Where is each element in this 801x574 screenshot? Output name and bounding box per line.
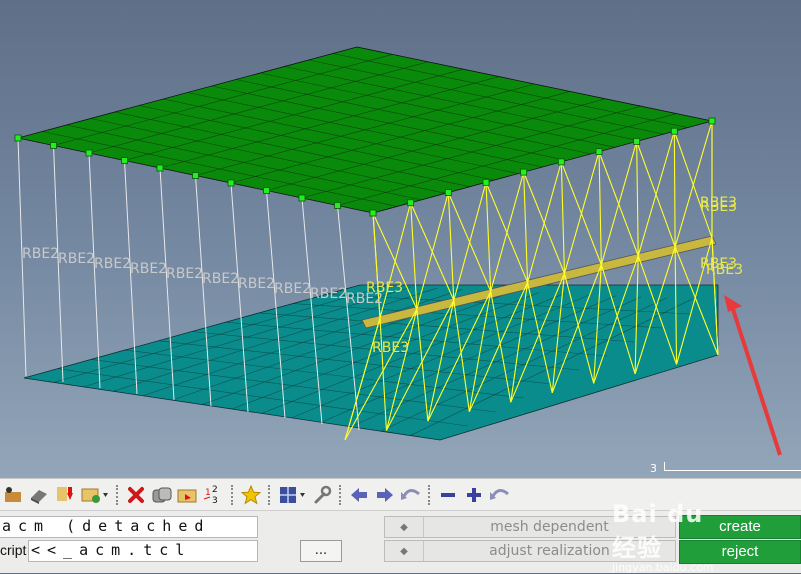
node	[121, 157, 128, 164]
watermark-url: jingyan.baidu.com	[612, 561, 714, 574]
separator	[268, 484, 271, 505]
redo-icon[interactable]	[489, 484, 511, 506]
browse-button[interactable]: ...	[300, 540, 342, 562]
rbe3-label: RBE3	[700, 256, 737, 272]
rbe3-element	[598, 151, 602, 265]
rbe2-label: RBE2	[22, 246, 59, 262]
node	[192, 172, 199, 179]
rbe2-label: RBE2	[58, 251, 95, 267]
back-arrow-icon[interactable]	[348, 484, 370, 506]
node	[407, 199, 415, 207]
node	[670, 127, 678, 135]
separator	[116, 484, 119, 505]
rbe2-label: RBE2	[310, 286, 347, 302]
svg-text:1: 1	[205, 488, 211, 498]
svg-text:2: 2	[212, 485, 218, 495]
bottom-plate	[23, 284, 719, 441]
separator	[339, 484, 342, 505]
node	[14, 134, 22, 142]
rbe2-label: RBE2	[166, 266, 203, 282]
star-icon[interactable]	[240, 484, 262, 506]
rbe3-element	[527, 161, 562, 283]
node	[298, 194, 306, 202]
rbe3-element	[598, 151, 639, 256]
node	[444, 189, 452, 196]
separator	[428, 484, 431, 505]
rbe2-label: RBE2	[274, 281, 311, 297]
rbe3-element	[563, 151, 600, 274]
rbe3-element	[636, 141, 676, 248]
scale-bar	[664, 462, 801, 471]
rbe3-element	[674, 120, 713, 248]
node	[595, 148, 603, 156]
node	[334, 202, 341, 209]
rbe3-label: RBE3	[372, 340, 409, 356]
rbe2-label: RBE2	[94, 256, 131, 272]
red-down-arrow-icon[interactable]	[54, 484, 76, 506]
rbe3-element	[673, 131, 676, 247]
scale-value: 3	[650, 462, 657, 475]
node	[369, 209, 377, 217]
toggle-arrows-icon: ◆	[385, 517, 424, 537]
node	[557, 158, 565, 166]
watermark-brand: Bai du 经验	[612, 500, 704, 562]
rbe3-element	[600, 141, 638, 265]
rbe3-label: RBE3	[366, 280, 403, 296]
svg-text:3: 3	[212, 496, 218, 505]
toggle-arrows-icon: ◆	[385, 541, 424, 561]
plus-icon[interactable]	[463, 484, 485, 506]
rbe3-element	[636, 141, 639, 256]
separator	[231, 484, 234, 505]
type-field[interactable]: acm (detached	[0, 516, 258, 538]
node	[633, 138, 641, 145]
pointer-arrowhead	[724, 295, 742, 312]
rbe3-element	[447, 192, 455, 301]
wrench-icon[interactable]	[311, 484, 333, 506]
graphics-viewport[interactable]: RBE2 RBE2 RBE2 RBE2 RBE2 RBE2 RBE2 RBE2 RBE2 RBE2…	[0, 0, 801, 478]
rbe3-element	[560, 161, 565, 274]
forward-arrow-icon[interactable]	[374, 484, 396, 506]
node	[50, 142, 57, 149]
model-view: RBE2RBE2RBE2RBE2RBE2RBE2RBE2RBE2RBE2RBE2…	[14, 46, 782, 456]
rbe3-element	[453, 182, 487, 301]
rbe3-element	[673, 131, 713, 239]
rbe3-element	[523, 171, 565, 274]
rbe3-element	[490, 171, 525, 292]
rbe2-label: RBE2	[238, 276, 275, 292]
nodes-icon[interactable]	[2, 484, 24, 506]
minus-icon[interactable]	[437, 484, 459, 506]
node	[708, 117, 716, 125]
eraser-icon[interactable]	[28, 484, 50, 506]
rbe3-element	[447, 192, 492, 292]
pointer-arrow	[728, 299, 782, 456]
rbe3-element	[485, 182, 529, 283]
node	[482, 178, 490, 186]
rbe3-label: RBE3	[700, 199, 737, 215]
node	[156, 164, 164, 172]
script-label: cript	[0, 542, 27, 558]
folder-dropdown-icon[interactable]	[80, 484, 110, 506]
delete-icon[interactable]	[125, 484, 147, 506]
rbe2-label: RBE2	[130, 261, 167, 277]
node	[520, 168, 528, 176]
node	[227, 179, 235, 187]
undo-icon[interactable]	[400, 484, 422, 506]
window-grid-icon[interactable]	[277, 484, 307, 506]
rbe3-element	[485, 182, 492, 292]
rbe3-element	[523, 172, 529, 283]
node	[85, 149, 93, 157]
node	[263, 187, 270, 194]
copy-icon[interactable]	[151, 484, 173, 506]
script-field[interactable]: <<_acm.tcl	[28, 540, 258, 562]
number-icon[interactable]: 123	[203, 484, 225, 506]
rbe2-label: RBE2	[202, 271, 239, 287]
folder-icon[interactable]	[177, 484, 199, 506]
rbe3-element	[560, 161, 602, 265]
rbe3-element	[637, 131, 675, 256]
watermark: Bai du 经验 jingyan.baidu.com	[612, 500, 732, 574]
